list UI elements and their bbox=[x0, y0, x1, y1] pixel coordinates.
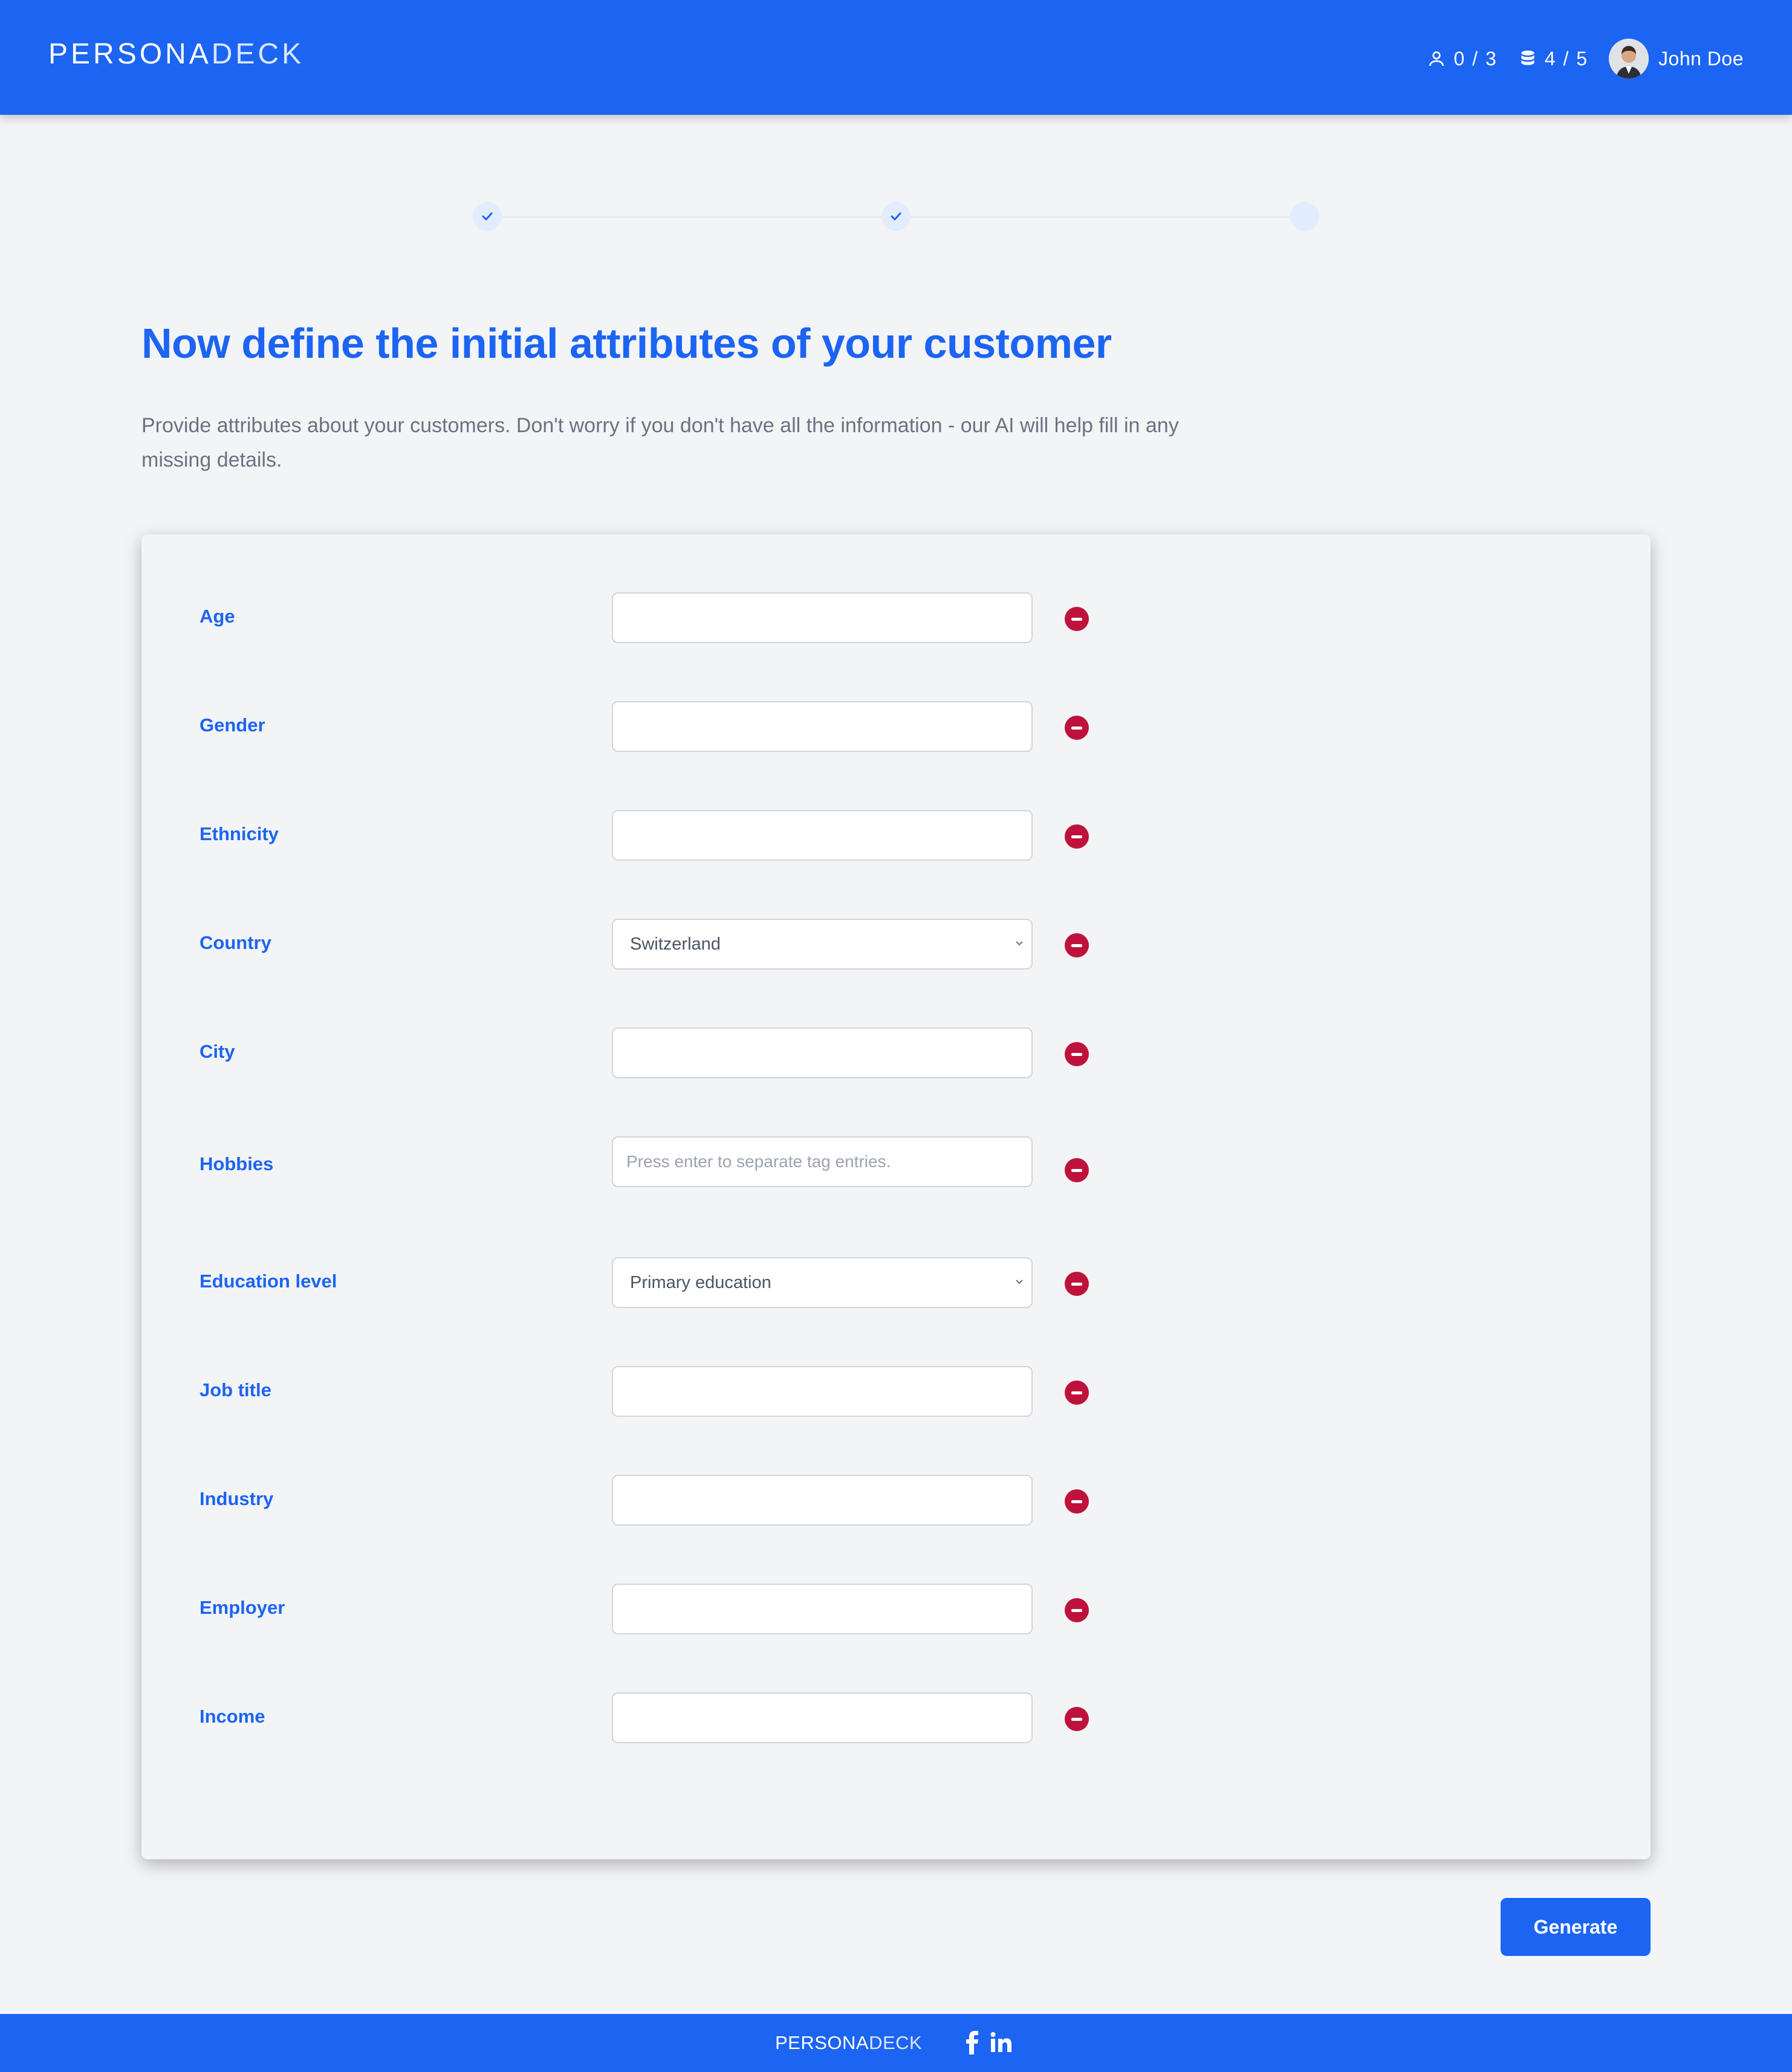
attribute-row-hobbies: Hobbies bbox=[141, 1136, 1651, 1187]
gender-label: Gender bbox=[200, 714, 265, 736]
page-title: Now define the initial attributes of you… bbox=[141, 320, 1112, 367]
city-input[interactable] bbox=[612, 1028, 1033, 1078]
step-2-completed bbox=[881, 202, 911, 231]
footer-logo-deck: DECK bbox=[869, 2032, 923, 2053]
employer-input[interactable] bbox=[612, 1584, 1033, 1634]
personas-count: 0 / 3 bbox=[1453, 47, 1498, 70]
attributes-form-card: Age Gender Ethnicity Country Switzerland… bbox=[141, 534, 1651, 1859]
education-select[interactable]: Primary education bbox=[612, 1257, 1033, 1308]
step-connector bbox=[911, 216, 1290, 218]
city-label: City bbox=[200, 1041, 235, 1062]
brand-logo[interactable]: PERSONADECK bbox=[48, 37, 304, 71]
step-connector bbox=[502, 216, 881, 218]
database-icon bbox=[1521, 50, 1534, 65]
remove-ethnicity-button[interactable] bbox=[1065, 824, 1089, 849]
logo-persona: PERSONA bbox=[48, 38, 212, 70]
remove-hobbies-button[interactable] bbox=[1065, 1158, 1089, 1182]
linkedin-icon bbox=[990, 2032, 1011, 2052]
personas-usage: 0 / 3 bbox=[1427, 48, 1497, 70]
logo-deck: DECK bbox=[211, 38, 305, 70]
remove-industry-button[interactable] bbox=[1065, 1489, 1089, 1514]
header-user-area: 0 / 3 4 / 5 John Doe bbox=[1427, 37, 1744, 80]
income-input[interactable] bbox=[612, 1692, 1033, 1743]
remove-income-button[interactable] bbox=[1065, 1707, 1089, 1731]
check-icon bbox=[891, 212, 901, 221]
age-label: Age bbox=[200, 606, 235, 627]
generate-button[interactable]: Generate bbox=[1501, 1898, 1651, 1956]
linkedin-link[interactable] bbox=[989, 2030, 1014, 2055]
remove-country-button[interactable] bbox=[1065, 933, 1089, 957]
check-icon bbox=[482, 212, 493, 221]
attribute-row-age: Age bbox=[141, 592, 1651, 643]
country-select[interactable]: Switzerland bbox=[612, 919, 1033, 970]
page-description: Provide attributes about your customers.… bbox=[141, 414, 1179, 471]
remove-city-button[interactable] bbox=[1065, 1042, 1089, 1066]
country-label: Country bbox=[200, 932, 271, 953]
user-icon bbox=[1429, 51, 1444, 66]
remove-age-button[interactable] bbox=[1065, 607, 1089, 631]
avatar-photo bbox=[1609, 39, 1649, 79]
user-name[interactable]: John Doe bbox=[1658, 48, 1744, 70]
facebook-icon bbox=[966, 2031, 978, 2054]
ethnicity-label: Ethnicity bbox=[200, 823, 279, 844]
facebook-link[interactable] bbox=[960, 2030, 985, 2055]
age-input[interactable] bbox=[612, 592, 1033, 643]
remove-employer-button[interactable] bbox=[1065, 1598, 1089, 1622]
attribute-row-job-title: Job title bbox=[141, 1366, 1651, 1417]
footer-logo-persona: PERSONA bbox=[775, 2032, 869, 2053]
hobbies-label: Hobbies bbox=[200, 1153, 274, 1174]
education-label: Education level bbox=[200, 1271, 337, 1292]
remove-job-title-button[interactable] bbox=[1065, 1381, 1089, 1405]
attribute-row-ethnicity: Ethnicity bbox=[141, 810, 1651, 861]
gender-input[interactable] bbox=[612, 701, 1033, 752]
hobbies-tag-input[interactable] bbox=[612, 1136, 1033, 1187]
employer-label: Employer bbox=[200, 1597, 285, 1618]
industry-label: Industry bbox=[200, 1488, 274, 1509]
ethnicity-input[interactable] bbox=[612, 810, 1033, 861]
job-title-input[interactable] bbox=[612, 1366, 1033, 1417]
step-3-current bbox=[1290, 202, 1319, 231]
user-avatar[interactable] bbox=[1609, 39, 1649, 79]
attribute-row-city: City bbox=[141, 1028, 1651, 1078]
remove-education-button[interactable] bbox=[1065, 1272, 1089, 1296]
attribute-row-income: Income bbox=[141, 1692, 1651, 1743]
footer: PERSONADECK bbox=[0, 2014, 1792, 2072]
attribute-row-industry: Industry bbox=[141, 1475, 1651, 1526]
attribute-row-country: Country Switzerland bbox=[141, 919, 1651, 970]
job-title-label: Job title bbox=[200, 1379, 271, 1400]
attribute-row-gender: Gender bbox=[141, 701, 1651, 752]
credits-usage: 4 / 5 bbox=[1518, 48, 1588, 70]
remove-gender-button[interactable] bbox=[1065, 716, 1089, 740]
footer-logo[interactable]: PERSONADECK bbox=[775, 2032, 922, 2054]
progress-stepper bbox=[473, 202, 1319, 232]
attribute-row-employer: Employer bbox=[141, 1584, 1651, 1634]
credits-count: 4 / 5 bbox=[1544, 47, 1589, 70]
industry-input[interactable] bbox=[612, 1475, 1033, 1526]
attribute-row-education: Education level Primary education bbox=[141, 1257, 1651, 1308]
income-label: Income bbox=[200, 1706, 265, 1727]
step-1-completed bbox=[473, 202, 502, 231]
top-navbar: PERSONADECK 0 / 3 4 / 5 John Doe bbox=[0, 0, 1792, 115]
